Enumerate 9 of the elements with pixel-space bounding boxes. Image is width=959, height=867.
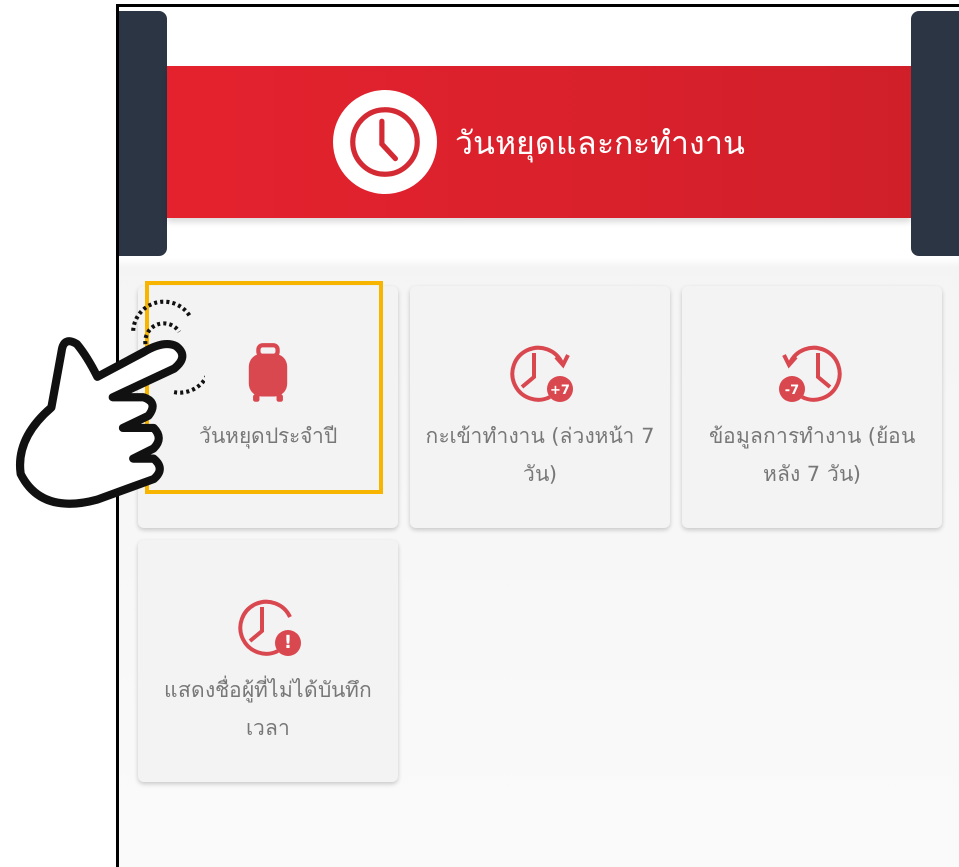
- clock-icon: [333, 90, 437, 194]
- menu-tile[interactable]: ! แสดงชื่อผู้ที่ไม่ได้บันทึกเวลา: [138, 540, 398, 782]
- menu-tile[interactable]: +7 กะเข้าทำงาน (ล่วงหน้า 7 วัน): [410, 286, 670, 528]
- tile-label: ข้อมูลการทำงาน (ย้อนหลัง 7 วัน): [708, 423, 916, 488]
- header-title: วันหยุดและกะทำงาน: [455, 122, 745, 164]
- tile-label: วันหยุดประจำปี: [198, 423, 338, 451]
- menu-tile[interactable]: -7 ข้อมูลการทำงาน (ย้อนหลัง 7 วัน): [682, 286, 942, 528]
- tile-label: แสดงชื่อผู้ที่ไม่ได้บันทึกเวลา: [138, 671, 398, 747]
- tile-label: กะเข้าทำงาน (ล่วงหน้า 7 วัน): [424, 423, 656, 488]
